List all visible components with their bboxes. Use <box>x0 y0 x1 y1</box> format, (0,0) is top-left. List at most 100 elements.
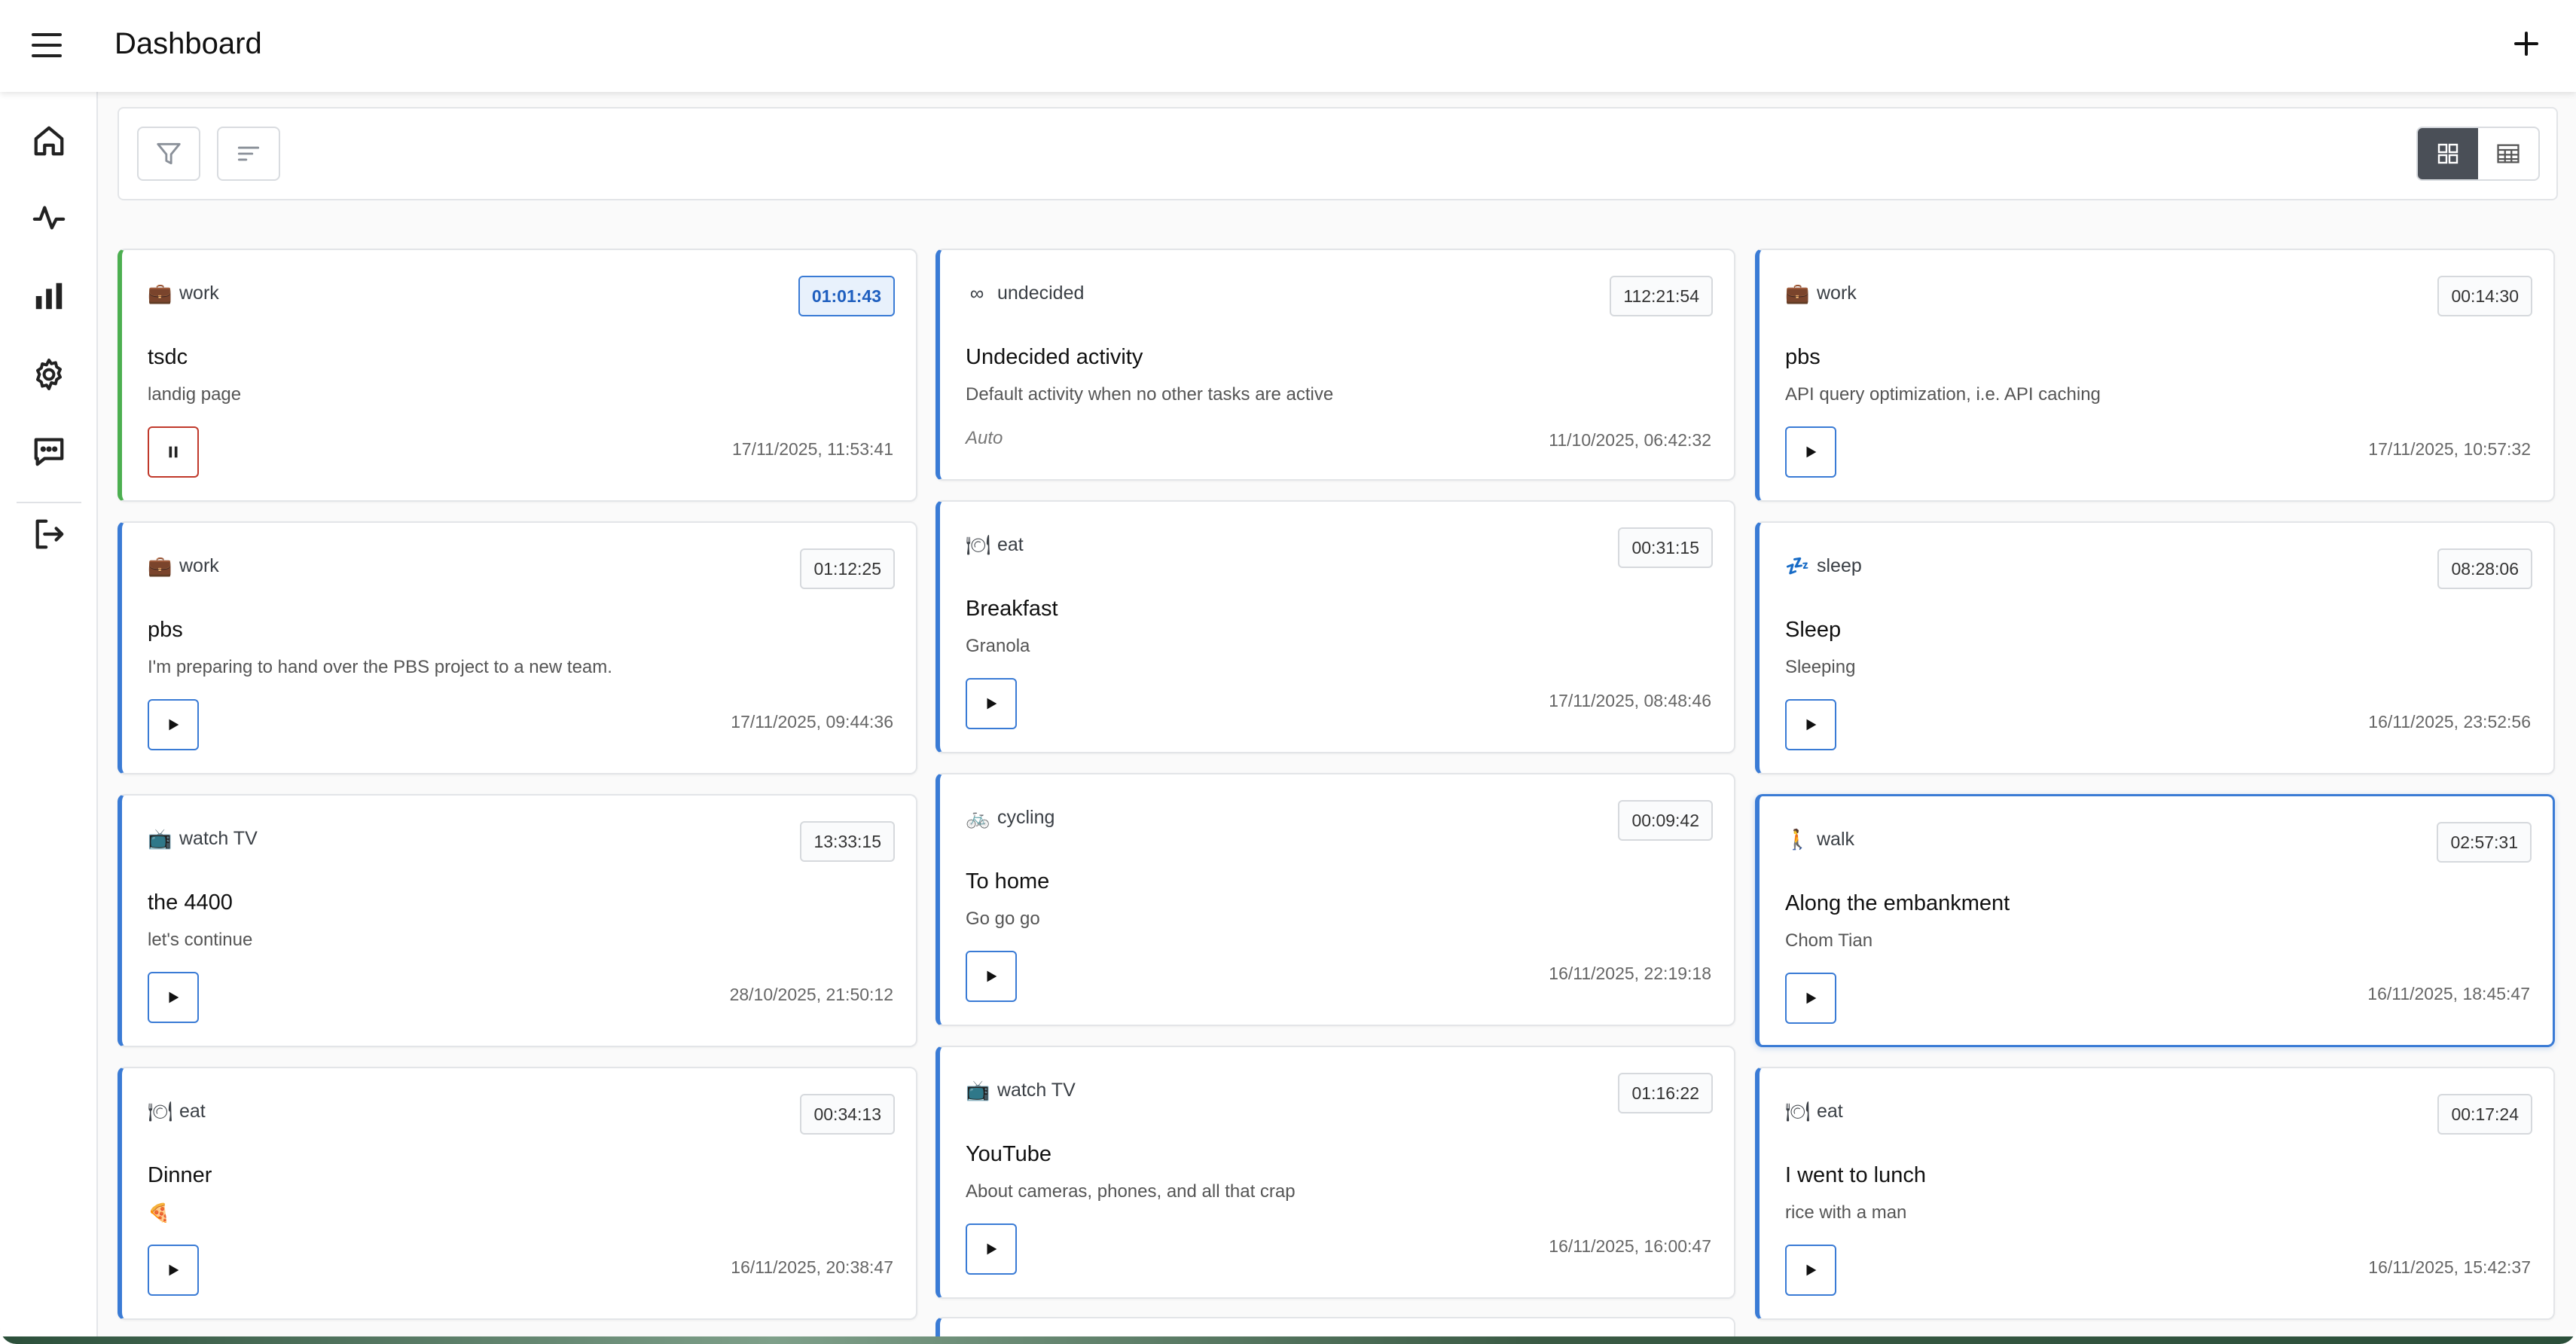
category-icon: 💤 <box>1785 554 1810 577</box>
bar-chart-icon[interactable] <box>29 276 69 316</box>
filter-icon <box>157 142 181 165</box>
duration-badge: 08:28:06 <box>2437 548 2532 589</box>
activity-title: the 4400 <box>148 890 233 915</box>
category-icon: 💼 <box>148 554 172 577</box>
start-timestamp: 11/10/2025, 06:42:32 <box>1549 430 1711 450</box>
filter-button[interactable] <box>137 127 200 181</box>
gear-icon[interactable] <box>29 354 69 395</box>
activity-card[interactable]: 💤 sleep 08:28:06 Sleep Sleeping 16/11/2025, 2… <box>1755 521 2555 774</box>
play-button[interactable] <box>966 951 1017 1002</box>
duration-badge: 13:33:15 <box>800 821 895 862</box>
play-button[interactable] <box>966 678 1017 729</box>
activity-description: 🍕 <box>148 1203 170 1223</box>
category-label: 🚶 walk <box>1785 826 1854 852</box>
start-timestamp: 16/11/2025, 18:45:47 <box>2367 984 2530 1003</box>
table-view-icon <box>2497 144 2520 163</box>
activity-card[interactable]: 🚲 cycling 00:09:42 To home Go go go 16/11/202… <box>935 773 1735 1026</box>
category-label: ∞ undecided <box>966 280 1085 306</box>
category-name: watch TV <box>997 1079 1076 1101</box>
category-label: 💼 work <box>148 553 219 579</box>
activity-description: API query optimization, i.e. API caching <box>1785 384 2101 405</box>
activity-card[interactable]: 🍽 eat 00:17:24 I went to lunch rice with a m… <box>1755 1067 2555 1320</box>
activity-title: Breakfast <box>966 597 1058 621</box>
table-view-button[interactable] <box>2478 128 2538 179</box>
menu-icon[interactable] <box>30 30 63 60</box>
category-name: work <box>179 554 219 576</box>
activity-description: I'm preparing to hand over the PBS proje… <box>148 657 612 677</box>
sort-button[interactable] <box>217 127 280 181</box>
category-label: 📺 watch TV <box>148 826 258 851</box>
duration-badge: 02:57:31 <box>2437 822 2532 863</box>
grid-view-button[interactable] <box>2418 128 2478 179</box>
play-button[interactable] <box>148 699 199 750</box>
duration-badge: 00:31:15 <box>1618 527 1713 568</box>
play-button[interactable] <box>148 1245 199 1296</box>
activity-card[interactable]: 💼 work 01:12:25 pbs I'm preparing to hand ov… <box>118 521 917 774</box>
play-button[interactable] <box>1785 973 1836 1024</box>
category-icon: 🚲 <box>966 805 990 829</box>
grid-view-icon <box>2437 143 2458 164</box>
play-button[interactable] <box>1785 426 1836 478</box>
play-button[interactable] <box>1785 699 1836 750</box>
category-icon: 🍽 <box>1785 1099 1811 1123</box>
category-icon: ∞ <box>969 281 984 304</box>
activity-card[interactable]: 💼 work 01:01:43 tsdc landig page 17/11/2025, … <box>118 249 917 502</box>
toolbar <box>118 107 2558 200</box>
activity-title: YouTube <box>966 1142 1051 1166</box>
category-label: 💼 work <box>148 280 219 306</box>
play-button[interactable] <box>148 972 199 1023</box>
category-icon: 💼 <box>1785 281 1810 304</box>
sort-icon <box>237 146 260 161</box>
start-timestamp: 28/10/2025, 21:50:12 <box>729 985 893 1004</box>
play-icon <box>987 698 997 710</box>
activity-icon[interactable] <box>29 197 69 238</box>
category-icon: 🚶 <box>1785 827 1810 851</box>
activity-card[interactable]: 🚶 walk 02:57:31 Along the embankment Chom Ti… <box>1755 794 2555 1047</box>
play-icon <box>987 970 997 982</box>
category-name: work <box>1817 282 1857 304</box>
category-name: eat <box>1817 1100 1843 1122</box>
start-timestamp: 17/11/2025, 08:48:46 <box>1549 691 1711 710</box>
start-timestamp: 17/11/2025, 10:57:32 <box>2368 439 2531 459</box>
activity-card[interactable]: ∞ undecided 112:21:54 Undecided activity Def… <box>935 249 1735 481</box>
activity-card[interactable]: 💼 work 00:14:30 pbs API query optimization, … <box>1755 249 2555 502</box>
page-title: Dashboard <box>114 27 262 60</box>
logout-icon[interactable] <box>29 514 69 554</box>
activity-description: Sleeping <box>1785 657 1856 677</box>
home-icon[interactable] <box>29 121 69 161</box>
play-button[interactable] <box>1785 1245 1836 1296</box>
play-icon <box>1806 719 1817 731</box>
app-window: Dashboard 💼 work 01:01:43 tsdc landig pa… <box>0 0 2576 1344</box>
activity-description: landig page <box>148 384 242 405</box>
duration-badge: 01:12:25 <box>800 548 895 589</box>
pause-icon <box>169 446 178 458</box>
play-icon <box>1806 446 1817 458</box>
add-activity-icon[interactable] <box>2510 27 2543 60</box>
activity-title: pbs <box>148 618 183 642</box>
duration-badge: 01:16:22 <box>1618 1073 1713 1113</box>
activity-card[interactable]: 📺 watch TV 13:33:15 the 4400 let's continue 2… <box>118 794 917 1047</box>
activity-title: Along the embankment <box>1785 891 2010 915</box>
auto-label: Auto <box>966 428 1003 448</box>
start-timestamp: 17/11/2025, 11:53:41 <box>731 439 893 459</box>
activity-card[interactable]: 📺 watch TV 01:16:22 YouTube About cameras, p… <box>935 1046 1735 1299</box>
activity-title: Sleep <box>1785 618 1842 642</box>
duration-badge: 00:14:30 <box>2437 276 2532 316</box>
category-name: eat <box>179 1100 206 1122</box>
start-timestamp: 16/11/2025, 15:42:37 <box>2368 1257 2531 1277</box>
message-icon[interactable] <box>29 431 69 472</box>
pause-button[interactable] <box>148 426 199 478</box>
play-button[interactable] <box>966 1223 1017 1275</box>
activity-description: Go go go <box>966 909 1040 929</box>
category-name: eat <box>997 533 1024 555</box>
activity-description: Chom Tian <box>1785 930 1873 951</box>
activity-title: pbs <box>1785 345 1821 369</box>
play-icon <box>987 1243 997 1255</box>
activity-card[interactable]: 🍽 eat 00:31:15 Breakfast Granola 17/11/2025, … <box>935 500 1735 753</box>
activity-card[interactable]: 🍽 eat 00:34:13 Dinner 🍕 16/11/2025, 20:38:47 <box>118 1067 917 1320</box>
activity-description: rice with a man <box>1785 1202 1907 1223</box>
activity-title: Undecided activity <box>966 345 1143 369</box>
play-icon <box>169 1264 179 1276</box>
category-label: 💼 work <box>1785 280 1857 306</box>
category-name: walk <box>1817 828 1855 850</box>
